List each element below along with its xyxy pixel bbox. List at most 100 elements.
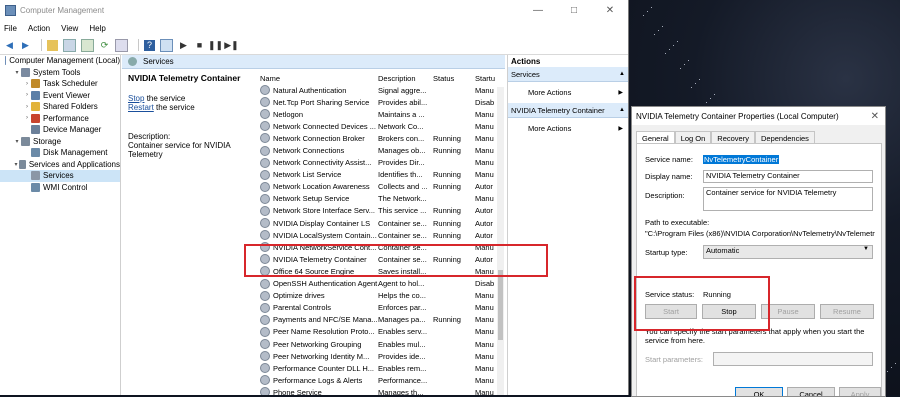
service-row[interactable]: NVIDIA Display Container LS Container se.… — [260, 217, 505, 229]
dialog-close-icon[interactable]: ✕ — [871, 111, 879, 122]
menu-help[interactable]: Help — [89, 24, 105, 33]
selected-service-title: NVIDIA Telemetry Container — [128, 73, 241, 83]
startup-type-select[interactable]: Automatic ▼ — [703, 245, 873, 259]
service-row[interactable]: Network Setup Service The Network... Manu — [260, 193, 505, 205]
tree-item[interactable]: WMI Control — [0, 182, 120, 194]
expander-icon[interactable]: › — [23, 81, 31, 87]
tree-item[interactable]: Computer Management (Local) — [0, 55, 120, 67]
service-row[interactable]: Peer Networking Grouping Enables mul... Ma… — [260, 338, 505, 350]
service-description: Collects and ... — [378, 182, 428, 192]
service-row[interactable]: OpenSSH Authentication Agent Agent to hol… — [260, 278, 505, 290]
menu-file[interactable]: File — [4, 24, 17, 33]
service-row[interactable]: Network Store Interface Serv... This serv… — [260, 205, 505, 217]
description-field[interactable]: Container service for NVIDIA Telemetry — [703, 187, 873, 211]
service-row[interactable]: Natural Authentication Signal aggre... Man… — [260, 84, 505, 96]
expander-icon[interactable]: ▾ — [13, 69, 21, 76]
properties-icon[interactable] — [160, 38, 173, 52]
play-icon[interactable]: ▶ — [178, 40, 189, 51]
ok-button[interactable]: OK — [735, 387, 783, 396]
tree-item[interactable]: Services — [0, 170, 120, 182]
back-icon[interactable]: ◀ — [4, 40, 15, 51]
apply-button[interactable]: Apply — [839, 387, 881, 396]
expander-icon[interactable]: › — [23, 115, 31, 121]
actions-section-nvidia[interactable]: NVIDIA Telemetry Container ▲ — [508, 103, 628, 118]
tree-item[interactable]: › Task Scheduler — [0, 78, 120, 90]
service-description: Network Co... — [378, 121, 424, 131]
pause-icon[interactable]: ❚❚ — [208, 40, 223, 51]
column-description[interactable]: Description — [378, 74, 433, 83]
close-button[interactable]: ✕ — [592, 5, 628, 16]
toolbar-separator — [138, 39, 139, 51]
service-row[interactable]: Network Location Awareness Collects and .… — [260, 181, 505, 193]
restart-service-link[interactable]: Restart — [128, 103, 154, 112]
service-name-cell: NVIDIA LocalSystem Contain... — [260, 230, 378, 241]
maximize-button[interactable]: □ — [556, 5, 592, 16]
tree-item[interactable]: › Event Viewer — [0, 90, 120, 102]
services-scrollbar[interactable] — [497, 87, 504, 395]
service-row[interactable]: Network Connected Devices ... Network Co.… — [260, 120, 505, 132]
more-actions-item[interactable]: More Actions ▶ — [508, 82, 628, 103]
service-row[interactable]: Network Connection Broker Brokers con... R… — [260, 132, 505, 144]
column-startup[interactable]: Startu — [475, 74, 505, 83]
stop-service-link[interactable]: Stop — [128, 94, 144, 103]
collapse-icon[interactable]: ▲ — [619, 71, 625, 77]
list-icon[interactable] — [115, 38, 128, 52]
stop-icon[interactable]: ■ — [194, 40, 205, 51]
star — [677, 41, 678, 42]
service-row[interactable]: Performance Counter DLL H... Enables rem.… — [260, 362, 505, 374]
help-icon[interactable]: ? — [144, 39, 155, 51]
service-name: Peer Networking Grouping — [273, 339, 362, 349]
service-gear-icon — [260, 121, 270, 132]
service-description: Provides Dir... — [378, 158, 425, 168]
service-name: Peer Networking Identity M... — [273, 351, 370, 361]
service-name-value[interactable]: NvTelemetryContainer — [703, 155, 780, 164]
service-row[interactable]: NVIDIA LocalSystem Contain... Container s… — [260, 229, 505, 241]
service-row[interactable]: Performance Logs & Alerts Performance... M… — [260, 374, 505, 386]
service-row[interactable]: Peer Name Resolution Proto... Enables ser… — [260, 326, 505, 338]
display-name-field[interactable]: NVIDIA Telemetry Container — [703, 170, 873, 183]
folder-up-icon[interactable] — [47, 39, 58, 51]
service-gear-icon — [260, 290, 270, 301]
refresh-icon[interactable]: ⟳ — [99, 40, 110, 51]
expander-icon[interactable]: › — [23, 92, 31, 98]
resume-button[interactable]: Resume — [820, 304, 874, 319]
column-name[interactable]: Name — [260, 74, 378, 83]
minimize-button[interactable]: — — [520, 5, 556, 16]
expander-icon[interactable]: › — [23, 104, 31, 110]
column-status[interactable]: Status — [433, 74, 475, 83]
cancel-button[interactable]: Cancel — [787, 387, 835, 396]
stop-service-suffix: the service — [144, 94, 186, 103]
service-row[interactable]: Netlogon Maintains a ... Manu — [260, 108, 505, 120]
service-row[interactable]: Parental Controls Enforces par... Manu — [260, 302, 505, 314]
service-row[interactable]: Network List Service Identifies th... Runn… — [260, 169, 505, 181]
service-row[interactable]: Optimize drives Helps the co... Manu — [260, 290, 505, 302]
collapse-icon[interactable]: ▲ — [619, 107, 625, 113]
resume-icon[interactable]: ▶❚ — [224, 40, 238, 51]
menu-action[interactable]: Action — [28, 24, 50, 33]
scrollbar-thumb[interactable] — [498, 270, 503, 340]
actions-section-services[interactable]: Services ▲ — [508, 67, 628, 82]
service-row[interactable]: Phone Service Manages th... Manu — [260, 386, 505, 395]
menu-view[interactable]: View — [61, 24, 78, 33]
service-row[interactable]: Net.Tcp Port Sharing Service Provides abi… — [260, 96, 505, 108]
export-icon[interactable] — [81, 38, 94, 52]
tree-item[interactable]: › Performance — [0, 113, 120, 125]
service-name: NVIDIA Display Container LS — [273, 218, 371, 228]
submenu-arrow-icon: ▶ — [618, 126, 623, 132]
show-hide-tree-icon[interactable] — [63, 38, 76, 52]
tree-item[interactable]: › Shared Folders — [0, 101, 120, 113]
tree-item[interactable]: ▾ System Tools — [0, 67, 120, 79]
service-description: Manages th... — [378, 387, 424, 395]
service-row[interactable]: Network Connectivity Assist... Provides D… — [260, 157, 505, 169]
start-params-field[interactable] — [713, 352, 873, 366]
tree-item[interactable]: ▾ Storage — [0, 136, 120, 148]
expander-icon[interactable]: ▾ — [13, 138, 21, 145]
service-row[interactable]: Peer Networking Identity M... Provides id… — [260, 350, 505, 362]
tree-item[interactable]: ▾ Services and Applications — [0, 159, 120, 171]
service-row[interactable]: Network Connections Manages ob... Running M… — [260, 144, 505, 156]
service-row[interactable]: Payments and NFC/SE Mana... Manages pa...… — [260, 314, 505, 326]
forward-icon[interactable]: ▶ — [20, 40, 31, 51]
tree-item[interactable]: Disk Management — [0, 147, 120, 159]
tree-item[interactable]: Device Manager — [0, 124, 120, 136]
more-actions-item[interactable]: More Actions ▶ — [508, 118, 628, 139]
